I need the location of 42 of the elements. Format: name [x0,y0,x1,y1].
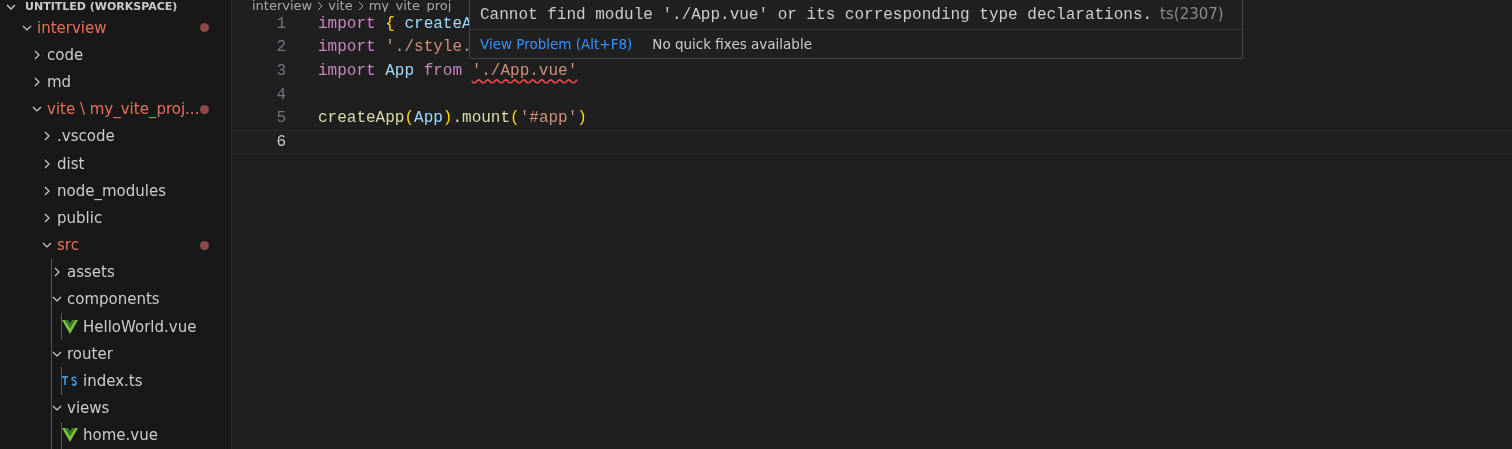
ts-file-icon [62,376,78,387]
code-line: import { createA [318,14,472,33]
error-code: ts(2307) [1160,5,1224,23]
code-line: import './style. [318,38,472,57]
tree-item[interactable]: md [47,72,72,91]
tree-item[interactable]: assets [67,263,115,282]
line-number: 4 [275,85,287,104]
tree-item[interactable]: views [67,399,110,418]
line-number: 2 [275,38,287,57]
line-number: 3 [275,62,287,80]
v-logo-icon [62,428,78,443]
chevron-right-icon [356,2,365,10]
line-number: 6 [275,132,287,151]
tree-item[interactable]: dist [57,154,85,173]
modified-dot [200,240,209,250]
line-number: 5 [275,109,287,128]
tree-item[interactable]: node_modules [57,181,166,200]
modified-dot [200,23,209,33]
tree-item[interactable]: public [57,208,103,227]
error-message: Cannot find module './App.vue' or its corresponding type declarations. [480,6,1153,24]
tree-item[interactable]: vite \ my_vite_proj... [47,100,200,119]
view-problem-link[interactable]: View Problem (Alt+F8) [480,36,633,52]
chevron-right-icon [316,2,325,10]
quick-fix-note: No quick fixes available [652,36,812,52]
chevron-down-icon [6,2,16,12]
line-number: 1 [275,14,287,33]
breadcrumb-item[interactable]: interview [252,0,313,12]
code-line: import App from './App.vue' [318,62,578,80]
tree-item[interactable]: home.vue [83,426,158,445]
tree-item[interactable]: .vscode [57,127,115,146]
tree-item[interactable]: index.ts [83,372,143,391]
tree-item[interactable]: src [57,236,79,255]
tree-item[interactable]: router [67,344,113,363]
breadcrumb-item[interactable]: vite [328,0,353,12]
v-logo-icon [62,319,78,334]
tree-item[interactable]: code [47,45,84,64]
code-line: createApp(App).mount('#app') [318,109,587,128]
modified-dot [200,104,209,114]
workspace-title: UNTITLED (WORKSPACE) [25,0,178,14]
tree-item[interactable]: interview [37,18,107,37]
tree-item[interactable]: components [67,290,160,309]
tree-item[interactable]: HelloWorld.vue [83,317,197,336]
